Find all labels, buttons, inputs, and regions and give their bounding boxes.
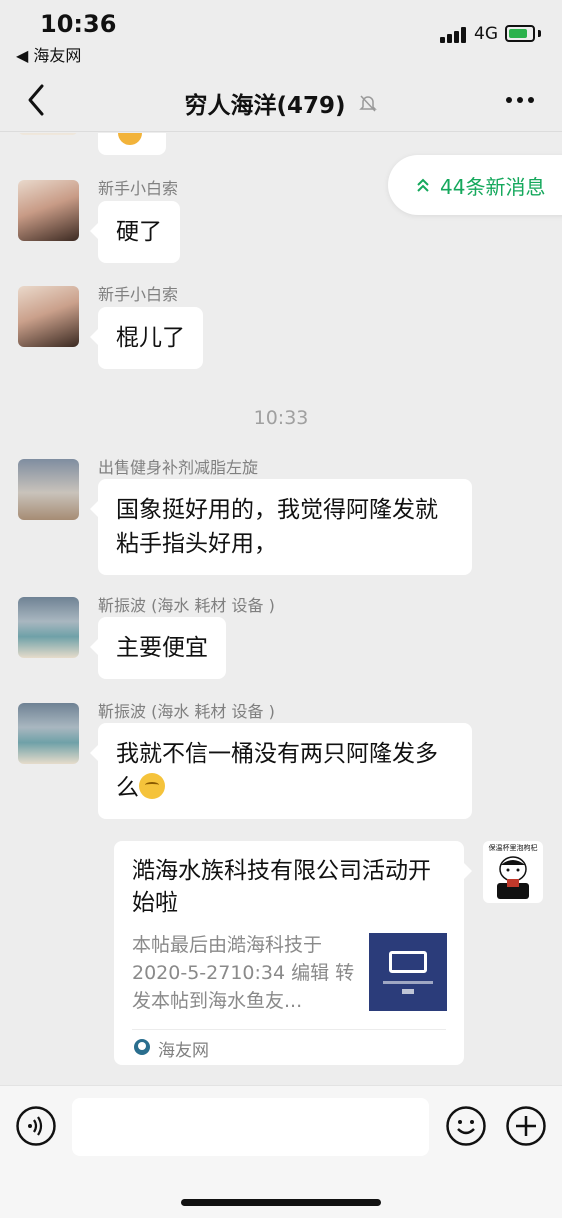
avatar[interactable] bbox=[18, 180, 79, 241]
double-chevron-up-icon bbox=[417, 178, 429, 192]
more-dots-icon[interactable] bbox=[505, 96, 535, 104]
chat-area[interactable]: 新手小白索 硬了 新手小白索 棍儿了 10:33 出售健身补剂减脂左旋 国象挺好… bbox=[0, 133, 562, 1085]
chat-title: 穷人海洋(479) bbox=[0, 86, 562, 120]
divider bbox=[132, 1029, 446, 1030]
avatar[interactable] bbox=[18, 133, 78, 135]
source-app-icon bbox=[134, 1039, 150, 1055]
message-bubble[interactable]: 棍儿了 bbox=[90, 307, 203, 369]
voice-icon[interactable] bbox=[16, 1106, 56, 1146]
link-card[interactable]: 澔海水族科技有限公司活动开始啦 本帖最后由澔海科技于2020-5-2710:34… bbox=[114, 841, 472, 1065]
battery-tip bbox=[538, 30, 541, 37]
sender-name: 新手小白索 bbox=[98, 179, 179, 198]
avatar[interactable] bbox=[18, 459, 79, 520]
time-divider: 10:33 bbox=[253, 407, 309, 429]
sender-name: 靳振波 (海水 耗材 设备 ) bbox=[98, 596, 275, 615]
signal-icon bbox=[440, 27, 468, 43]
logo-divider bbox=[383, 981, 433, 984]
message-bubble[interactable]: 国象挺好用的，我觉得阿隆发就粘手指头好用， bbox=[90, 479, 472, 575]
avatar-caption: 保温杯里泡枸杞 bbox=[488, 844, 538, 852]
message-bubble[interactable]: 主要便宜 bbox=[90, 617, 226, 679]
message-bubble[interactable]: 我就不信一桶没有两只阿隆发多么 bbox=[90, 723, 472, 819]
status-bar: 10:36 ◀ 海友网 4G bbox=[0, 0, 562, 70]
thinking-face-emoji-icon bbox=[139, 773, 165, 799]
avatar[interactable] bbox=[18, 286, 79, 347]
network-type: 4G bbox=[474, 24, 498, 44]
new-messages-label: 44条新消息 bbox=[440, 175, 546, 199]
meme-face-icon bbox=[497, 856, 529, 899]
message-input[interactable] bbox=[72, 1098, 429, 1156]
plus-icon[interactable] bbox=[506, 1106, 546, 1146]
status-time: 10:36 bbox=[40, 10, 117, 38]
avatar[interactable] bbox=[18, 703, 79, 764]
message-text: 我就不信一桶没有两只阿隆发多么 bbox=[116, 741, 438, 801]
card-title: 澔海水族科技有限公司活动开始啦 bbox=[132, 858, 431, 916]
avatar[interactable] bbox=[18, 597, 79, 658]
sender-name: 靳振波 (海水 耗材 设备 ) bbox=[98, 702, 275, 721]
sender-name: 新手小白索 bbox=[98, 285, 179, 304]
nav-bar: 穷人海洋(479) bbox=[0, 70, 562, 132]
home-indicator[interactable] bbox=[181, 1199, 381, 1206]
chat-title-text: 穷人海洋(479) bbox=[184, 93, 346, 119]
back-to-app-link[interactable]: ◀ 海友网 bbox=[16, 42, 81, 66]
self-avatar[interactable]: 保温杯里泡枸杞 bbox=[483, 841, 543, 903]
new-messages-button[interactable]: 44条新消息 bbox=[388, 155, 562, 215]
emoji-icon[interactable] bbox=[446, 1106, 486, 1146]
logo-mark bbox=[402, 989, 414, 994]
card-source: 海友网 bbox=[158, 1041, 209, 1061]
battery-icon bbox=[505, 25, 535, 42]
card-thumbnail bbox=[369, 933, 447, 1011]
input-bar bbox=[0, 1085, 562, 1218]
company-logo-icon bbox=[389, 951, 427, 973]
message-bubble[interactable]: 硬了 bbox=[90, 201, 180, 263]
sender-name: 出售健身补剂减脂左旋 bbox=[98, 458, 259, 477]
card-description: 本帖最后由澔海科技于2020-5-2710:34 编辑 转发本帖到海水鱼友... bbox=[132, 934, 355, 1012]
mute-bell-icon bbox=[358, 95, 377, 112]
